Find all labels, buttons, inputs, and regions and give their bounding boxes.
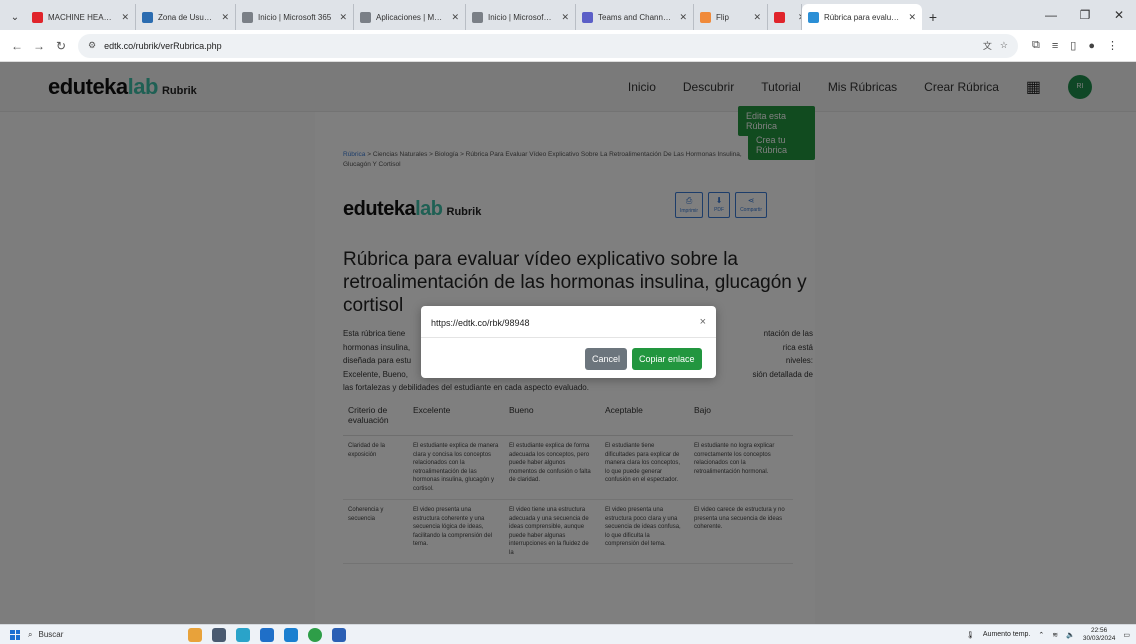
taskbar: ⌕ Buscar 🌡 Aumento temp. ⌃ ≋ 🔈 22:56 30/… xyxy=(0,624,1136,644)
browser-tab[interactable]: Inicio | Microsoft 365 ✕ xyxy=(466,4,576,30)
side-panel-icon[interactable]: ▯ xyxy=(1070,39,1076,52)
browser-tab[interactable]: MACHINE HEAD - Th ✕ xyxy=(26,4,136,30)
address-bar: ← → ↻ ⚙ edtk.co/rubrik/verRubrica.php 文 … xyxy=(0,30,1136,62)
tab-close-icon[interactable]: ✕ xyxy=(451,12,459,23)
window-controls: — ❐ ✕ xyxy=(1034,0,1136,30)
store-icon[interactable] xyxy=(260,627,274,642)
close-window-icon[interactable]: ✕ xyxy=(1102,8,1136,22)
tab-favicon-icon xyxy=(142,11,153,23)
modal-divider xyxy=(421,337,716,338)
tab-search-icon[interactable]: ⌄ xyxy=(4,4,26,30)
tab-favicon-icon xyxy=(582,11,593,23)
taskbar-search[interactable]: ⌕ Buscar xyxy=(28,630,158,640)
maximize-icon[interactable]: ❐ xyxy=(1068,8,1102,22)
browser-tab[interactable]: Teams and Channels | Go ✕ xyxy=(576,4,694,30)
volume-icon[interactable]: 🔈 xyxy=(1066,631,1075,639)
tab-favicon-icon xyxy=(242,11,253,23)
taskbar-apps xyxy=(188,627,346,642)
search-label: Buscar xyxy=(38,630,64,639)
weather-text[interactable]: Aumento temp. xyxy=(983,631,1030,638)
tab-favicon-icon xyxy=(32,11,43,23)
forward-icon[interactable]: → xyxy=(28,39,50,53)
tab-close-icon[interactable]: ✕ xyxy=(121,12,129,23)
copy-link-button[interactable]: Copiar enlace xyxy=(632,348,702,370)
tab-title: Rúbrica para evaluar vídeo xyxy=(824,12,900,22)
clock[interactable]: 22:56 30/03/2024 xyxy=(1083,627,1116,643)
tray-chevron-icon[interactable]: ⌃ xyxy=(1038,631,1044,639)
tab-title: Flip xyxy=(716,12,729,22)
tab-title: Aplicaciones | Microsoft xyxy=(376,12,443,22)
browser-tab[interactable]: Aplicaciones | Microsoft ✕ xyxy=(354,4,466,30)
tab-favicon-icon xyxy=(774,11,785,23)
app-icon[interactable] xyxy=(332,627,346,642)
back-icon[interactable]: ← xyxy=(6,39,28,53)
close-icon[interactable]: × xyxy=(700,316,706,328)
new-tab-button[interactable]: + xyxy=(922,4,944,30)
tab-title: Inicio | Microsoft 365 xyxy=(488,12,553,22)
browser-tab[interactable]: Rúbrica para evaluar vídeo ✕ xyxy=(802,4,922,30)
tab-close-icon[interactable]: ✕ xyxy=(339,12,347,23)
tab-favicon-icon xyxy=(472,11,483,23)
browser-tab[interactable]: Zona de Usuarios ✕ xyxy=(136,4,236,30)
browser-tab[interactable]: ✕ xyxy=(768,4,802,30)
tab-title: Inicio | Microsoft 365 xyxy=(258,12,332,22)
app-icon[interactable] xyxy=(236,627,250,642)
translate-icon[interactable]: 文 xyxy=(983,39,992,52)
tab-close-icon[interactable]: ✕ xyxy=(753,12,761,23)
url-input[interactable]: ⚙ edtk.co/rubrik/verRubrica.php 文 ☆ xyxy=(78,33,1018,58)
tab-close-icon[interactable]: ✕ xyxy=(221,12,229,23)
tab-favicon-icon xyxy=(360,11,371,23)
windows-start-icon[interactable] xyxy=(10,629,20,640)
extensions-icon[interactable]: ⧉ xyxy=(1032,39,1040,52)
tab-close-icon[interactable]: ✕ xyxy=(679,12,687,23)
app-icon[interactable] xyxy=(188,627,202,642)
notifications-icon[interactable]: ▭ xyxy=(1123,631,1130,639)
cancel-button[interactable]: Cancel xyxy=(585,348,628,370)
time: 22:56 xyxy=(1090,626,1108,634)
bookmark-star-icon[interactable]: ☆ xyxy=(1000,40,1008,51)
network-icon[interactable]: ≋ xyxy=(1052,631,1058,639)
tab-strip: ⌄ MACHINE HEAD - Th✕Zona de Usuarios✕Ini… xyxy=(0,0,1136,30)
tab-close-icon[interactable]: ✕ xyxy=(561,12,569,23)
share-url-text: https://edtk.co/rbk/98948 xyxy=(431,318,530,328)
menu-icon[interactable]: ⋮ xyxy=(1107,39,1118,52)
url-text: edtk.co/rubrik/verRubrica.php xyxy=(104,40,222,51)
task-view-icon[interactable] xyxy=(212,627,226,642)
profile-icon[interactable]: ● xyxy=(1088,40,1095,52)
minimize-icon[interactable]: — xyxy=(1034,8,1068,22)
chrome-icon[interactable] xyxy=(308,627,322,642)
tab-title: MACHINE HEAD - Th xyxy=(48,12,113,22)
share-link-modal: https://edtk.co/rbk/98948 × Cancel Copia… xyxy=(421,306,716,378)
tab-favicon-icon xyxy=(808,11,819,23)
reload-icon[interactable]: ↻ xyxy=(50,39,72,53)
tab-close-icon[interactable]: ✕ xyxy=(908,12,916,23)
reading-list-icon[interactable]: ≡ xyxy=(1052,40,1058,52)
system-tray: 🌡 Aumento temp. ⌃ ≋ 🔈 22:56 30/03/2024 ▭ xyxy=(966,627,1136,643)
mail-icon[interactable] xyxy=(284,627,298,642)
tab-title: Teams and Channels | Go xyxy=(598,12,672,22)
browser-tab[interactable]: Flip ✕ xyxy=(694,4,768,30)
browser-tab[interactable]: Inicio | Microsoft 365 ✕ xyxy=(236,4,354,30)
weather-icon: 🌡 xyxy=(966,631,975,639)
search-icon: ⌕ xyxy=(28,629,33,639)
tab-favicon-icon xyxy=(700,11,711,23)
site-info-icon[interactable]: ⚙ xyxy=(88,40,96,51)
tab-title: Zona de Usuarios xyxy=(158,12,213,22)
date: 30/03/2024 xyxy=(1082,634,1116,642)
